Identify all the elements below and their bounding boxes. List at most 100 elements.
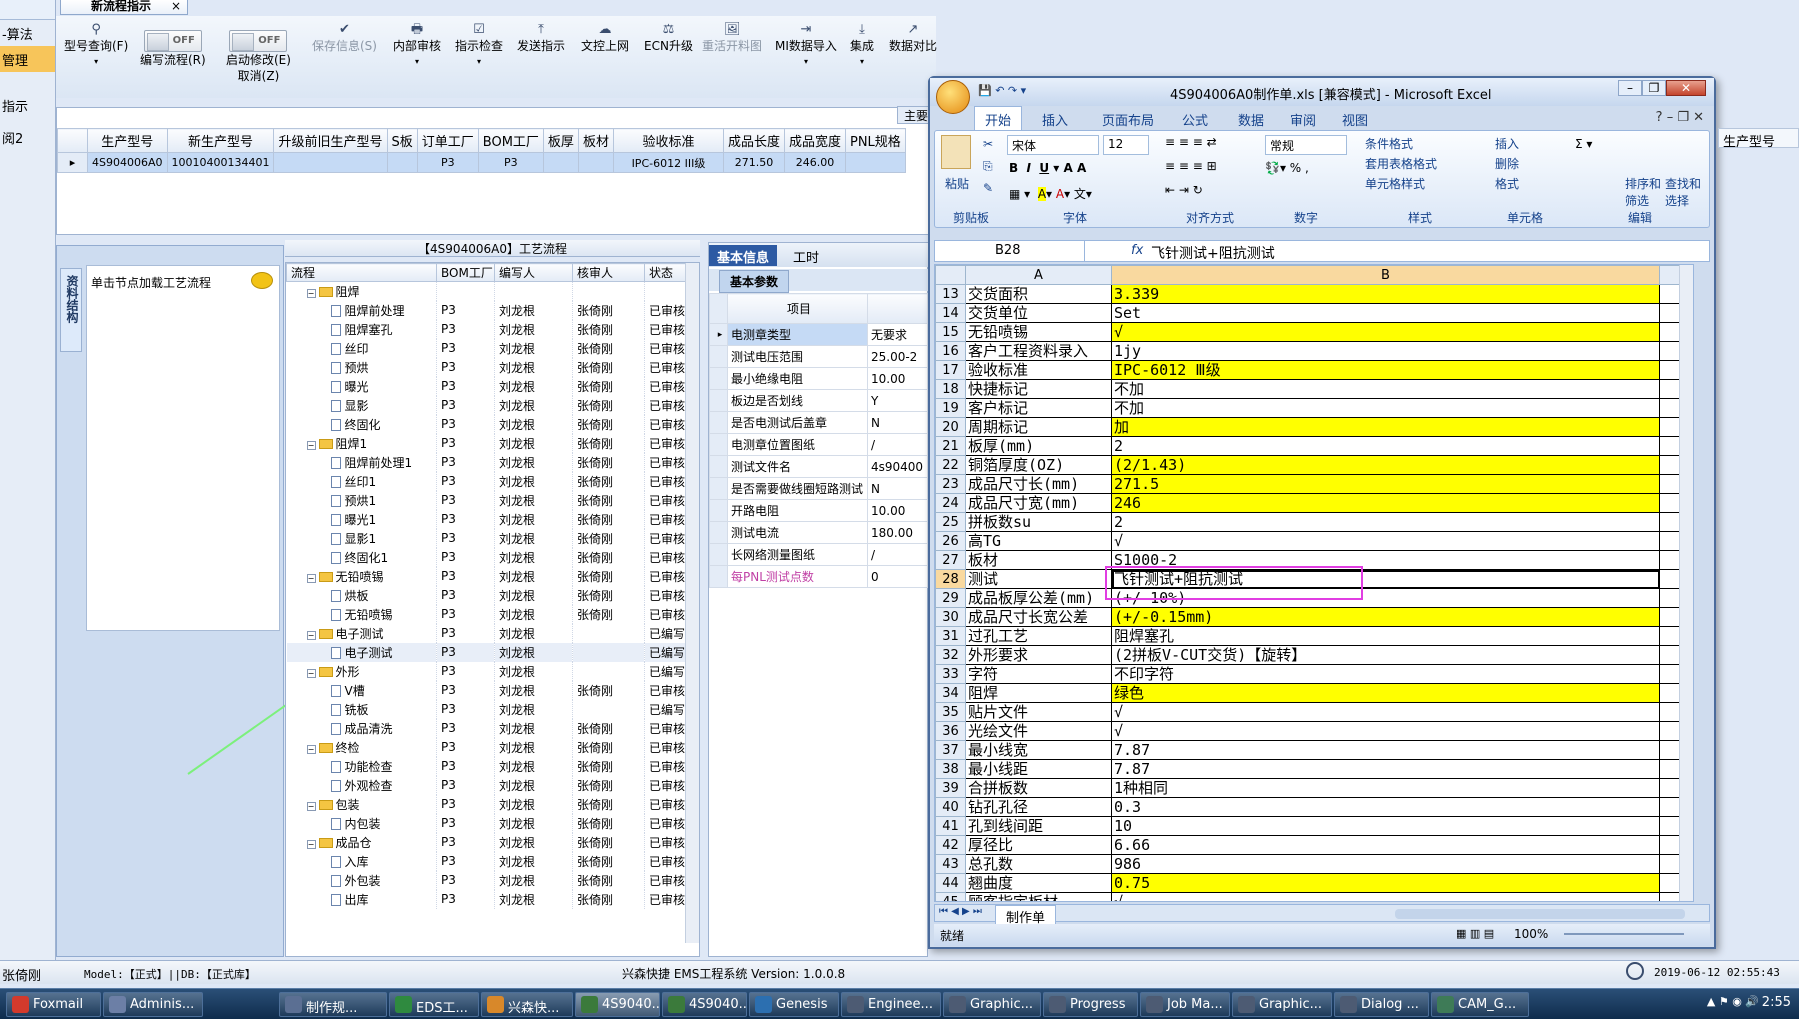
table-row[interactable]: 曝光 P3 刘龙根 张倚刚 已审核 xyxy=(286,376,687,396)
cell-b[interactable]: Set xyxy=(1111,303,1660,323)
process-name-cell[interactable]: 显影1 xyxy=(286,528,437,548)
cell-a[interactable]: 外形要求 xyxy=(965,645,1112,665)
param-value-cell[interactable]: N xyxy=(867,411,928,434)
cell-b[interactable]: 246 xyxy=(1111,493,1660,513)
cell-a[interactable]: 合拼板数 xyxy=(965,778,1112,798)
formula-input[interactable]: 飞针测试+阻抗测试 xyxy=(1151,243,1275,263)
sheet-row[interactable]: 15 无铅喷锡 √ xyxy=(935,322,1693,342)
process-name-cell[interactable]: 预烘1 xyxy=(286,490,437,510)
cell-a[interactable]: 最小线宽 xyxy=(965,740,1112,760)
left-strip-item-2[interactable]: 指示 xyxy=(0,92,55,118)
process-name-cell[interactable]: 丝印 xyxy=(286,338,437,358)
row-header[interactable]: 20 xyxy=(935,417,966,437)
cell-a[interactable]: 厚径比 xyxy=(965,835,1112,855)
taskbar-item[interactable]: 4S9040... xyxy=(575,992,660,1017)
process-name-cell[interactable]: − 包装 xyxy=(286,794,437,814)
grid-col-7[interactable]: 板材 xyxy=(577,128,614,153)
cell-a[interactable]: 交货面积 xyxy=(965,284,1112,304)
cell-a[interactable]: 字符 xyxy=(965,664,1112,684)
structure-vertical-tab[interactable]: 资料结构 xyxy=(60,268,82,352)
process-name-cell[interactable]: 电子测试 xyxy=(286,642,437,662)
find-select-button[interactable]: 查找和选择 xyxy=(1665,175,1705,209)
tab-close-icon[interactable]: × xyxy=(171,0,181,13)
cell-a[interactable]: 周期标记 xyxy=(965,417,1112,437)
sheet-row[interactable]: 32 外形要求 (2拼板V-CUT交货)【旋转】 xyxy=(935,645,1693,665)
process-col-3[interactable]: 核审人 xyxy=(572,263,645,282)
table-row[interactable]: − 阻焊1 P3 刘龙根 张倚刚 已审核 xyxy=(286,433,687,453)
process-name-cell[interactable]: − 电子测试 xyxy=(286,623,437,643)
table-row[interactable]: − 阻焊 xyxy=(286,281,687,301)
grid-cell[interactable]: IPC-6012 III级 xyxy=(612,152,724,173)
cell-a[interactable]: 成品板厚公差(mm) xyxy=(965,588,1112,608)
tab-review[interactable]: 审阅 xyxy=(1290,110,1316,129)
cell-b[interactable]: 不印字符 xyxy=(1111,664,1660,684)
cell-a[interactable]: 客户工程资料录入 xyxy=(965,341,1112,361)
number-format-combo[interactable]: 常规 xyxy=(1265,135,1347,155)
cell-b[interactable]: (2/1.43) xyxy=(1111,455,1660,475)
tab-formulas[interactable]: 公式 xyxy=(1182,110,1208,129)
sheet-row[interactable]: 45 顾客指定板材 √ xyxy=(935,892,1693,901)
table-row[interactable]: − 无铅喷锡 P3 刘龙根 张倚刚 已审核 xyxy=(286,566,687,586)
table-row[interactable]: 出库 P3 刘龙根 张倚刚 已审核 xyxy=(286,889,687,909)
row-header[interactable]: 31 xyxy=(935,626,966,646)
cell-a[interactable]: 快捷标记 xyxy=(965,379,1112,399)
cell-a[interactable]: 成品尺寸长(mm) xyxy=(965,474,1112,494)
collapse-icon[interactable]: − xyxy=(306,573,316,583)
collapse-icon[interactable]: − xyxy=(306,744,316,754)
process-name-cell[interactable]: 烘板 xyxy=(286,585,437,605)
cell-b[interactable]: 2 xyxy=(1111,512,1660,532)
process-name-cell[interactable]: − 阻焊1 xyxy=(286,433,437,453)
zoom-slider[interactable] xyxy=(1564,933,1684,935)
table-row[interactable]: ▸ 电测章类型 无要求 xyxy=(709,323,928,346)
process-name-cell[interactable]: 出库 xyxy=(286,889,437,909)
grid-col-0[interactable]: 生产型号 xyxy=(87,128,168,153)
cell-a[interactable]: 交货单位 xyxy=(965,303,1112,323)
cell-b[interactable]: 不加 xyxy=(1111,398,1660,418)
sheet-row[interactable]: 20 周期标记加 xyxy=(935,417,1693,437)
window-controls[interactable]: – ❐ ✕ xyxy=(1618,80,1706,96)
param-value-cell[interactable]: N xyxy=(867,477,928,500)
doc-control-online-button[interactable]: ☁ 文控上网 xyxy=(581,22,629,54)
subtab-basic-params[interactable]: 基本参数 xyxy=(719,270,790,293)
param-value-cell[interactable]: / xyxy=(867,543,928,566)
cell-b[interactable]: 2 xyxy=(1111,436,1660,456)
tray-icons[interactable]: ▲ ⚑ ◉ 🔊 xyxy=(1707,995,1759,1008)
row-header[interactable]: 39 xyxy=(935,778,966,798)
zoom-level[interactable]: 100% xyxy=(1514,927,1548,941)
table-row[interactable]: 外观检查 P3 刘龙根 张倚刚 已审核 xyxy=(286,775,687,795)
maximize-icon[interactable]: ❐ xyxy=(1642,80,1666,96)
sheet-nav-icons[interactable]: ⏮ ◀ ▶ ⏭ xyxy=(939,906,982,917)
sheet-row[interactable]: 26 高TG √ xyxy=(935,531,1693,551)
process-name-cell[interactable]: − 成品仓 xyxy=(286,832,437,852)
table-row[interactable]: 阻焊前处理1 P3 刘龙根 张倚刚 已审核 xyxy=(286,452,687,472)
sheet-row[interactable]: 44 翘曲度 0.75 xyxy=(935,873,1693,893)
cell-b[interactable]: √ xyxy=(1111,892,1660,901)
process-name-cell[interactable]: 无铅喷锡 xyxy=(286,604,437,624)
tab-page-layout[interactable]: 页面布局 xyxy=(1102,110,1154,129)
integrate-button[interactable]: ⤓ 集成 ▾ xyxy=(850,22,874,70)
table-row[interactable]: − 电子测试 P3 刘龙根 已编写 xyxy=(286,623,687,643)
process-name-cell[interactable]: 铣板 xyxy=(286,699,437,719)
grid-cell[interactable]: 271.50 xyxy=(722,152,785,173)
cell-b[interactable]: (+/-0.15mm) xyxy=(1111,607,1660,627)
grid-col-2[interactable]: 升级前旧生产型号 xyxy=(273,128,388,153)
column-header-a[interactable]: A xyxy=(965,265,1112,285)
process-name-cell[interactable]: 阻焊前处理 xyxy=(286,300,437,320)
table-row[interactable]: − 包装 P3 刘龙根 张倚刚 已审核 xyxy=(286,794,687,814)
table-row[interactable]: 阻焊塞孔 P3 刘龙根 张倚刚 已审核 xyxy=(286,319,687,339)
table-row[interactable]: 预烘 P3 刘龙根 张倚刚 已审核 xyxy=(286,357,687,377)
taskbar-item[interactable]: Genesis xyxy=(749,992,839,1017)
taskbar-item[interactable]: Job Ma... xyxy=(1140,992,1230,1017)
cell-b[interactable]: 7.87 xyxy=(1111,759,1660,779)
row-header[interactable]: 15 xyxy=(935,322,966,342)
cell-a[interactable]: 光绘文件 xyxy=(965,721,1112,741)
table-row[interactable]: 终固化1 P3 刘龙根 张倚刚 已审核 xyxy=(286,547,687,567)
conditional-format-button[interactable]: 条件格式 xyxy=(1365,135,1413,152)
save-info-button[interactable]: ✔ 保存信息(S) xyxy=(312,22,377,54)
collapse-icon[interactable]: − xyxy=(306,630,316,640)
data-compare-button[interactable]: ↗ 数据对比 xyxy=(889,22,937,54)
bold-icon[interactable]: B I U ▾ A A xyxy=(1009,161,1086,175)
left-strip-item-3[interactable]: 阅2 xyxy=(0,124,55,150)
table-row[interactable]: 最小绝缘电阻 10.00 xyxy=(709,367,928,390)
font-name-combo[interactable]: 宋体 xyxy=(1007,135,1099,155)
